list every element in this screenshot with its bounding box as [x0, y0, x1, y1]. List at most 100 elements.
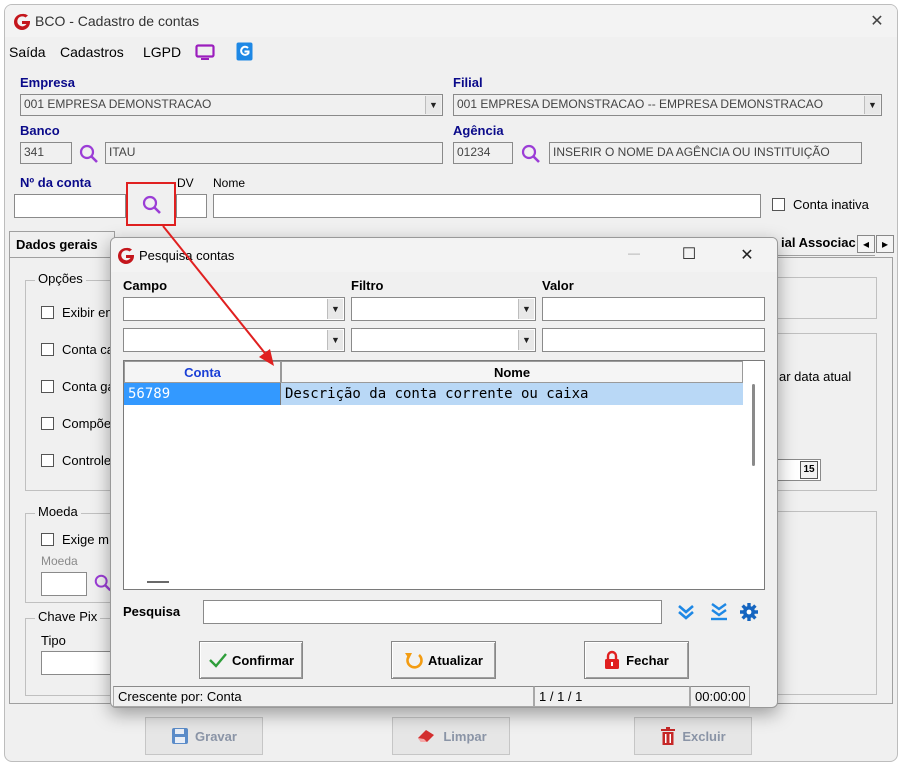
filtro-combo-1[interactable]: ▼ — [351, 297, 536, 321]
chevron-down-icon[interactable]: ▼ — [327, 299, 343, 319]
trash-icon — [661, 727, 676, 745]
status-tempo: 00:00:00 — [690, 686, 750, 707]
chevron-down-icon[interactable]: ▼ — [518, 299, 534, 319]
double-chevron-down-icon[interactable] — [677, 604, 695, 620]
opcao-label-4: Compõe — [62, 416, 112, 431]
dialog-title-bar: Pesquisa contas — ☐ ✕ — [111, 238, 777, 272]
grid-header-conta[interactable]: Conta — [124, 361, 281, 383]
opcao-label-1: Exibir en — [62, 305, 113, 320]
calendar-icon[interactable]: 15 — [800, 461, 818, 479]
menu-bar: Saída Cadastros LGPD — [5, 37, 897, 67]
fechar-label: Fechar — [626, 652, 669, 668]
exige-moeda-checkbox[interactable] — [41, 533, 54, 546]
dv-field[interactable] — [176, 194, 207, 218]
menu-saida[interactable]: Saída — [9, 44, 46, 60]
conta-field[interactable] — [14, 194, 126, 218]
atualizar-button[interactable]: Atualizar — [391, 641, 496, 679]
limpar-button[interactable]: Limpar — [392, 717, 510, 755]
tab-dados-gerais[interactable]: Dados gerais — [9, 231, 115, 257]
excluir-label: Excluir — [682, 728, 726, 744]
dialog-minimize-button[interactable]: — — [619, 246, 649, 260]
moeda-field[interactable] — [41, 572, 87, 596]
exige-moeda-label: Exige m — [62, 532, 109, 547]
pesquisa-dialog: Pesquisa contas — ☐ ✕ Campo Filtro Valor… — [110, 237, 778, 708]
tab-scroll-left[interactable]: ◂ — [857, 235, 875, 253]
confirmar-button[interactable]: Confirmar — [199, 641, 303, 679]
search-icon[interactable] — [141, 195, 163, 215]
gear-icon[interactable] — [739, 602, 759, 622]
app-g-icon[interactable] — [236, 42, 253, 61]
valor-label: Valor — [542, 278, 574, 293]
menu-cadastros[interactable]: Cadastros — [60, 44, 124, 60]
right-panel-top — [765, 277, 877, 319]
check-icon — [209, 653, 227, 668]
campo-label: Campo — [123, 278, 168, 293]
filtro-combo-2[interactable]: ▼ — [351, 328, 536, 352]
chevron-down-icon[interactable]: ▼ — [518, 330, 534, 350]
row-nome: Descrição da conta corrente ou caixa — [285, 386, 589, 402]
pix-tipo-label: Tipo — [41, 633, 66, 648]
opcao-checkbox-3[interactable] — [41, 380, 54, 393]
atualizar-label: Atualizar — [428, 652, 483, 668]
banco-name-field: ITAU — [105, 142, 443, 164]
chevron-down-icon[interactable]: ▼ — [327, 330, 343, 350]
pesquisa-input[interactable] — [203, 600, 662, 624]
title-bar: BCO - Cadastro de contas ✕ — [5, 5, 897, 37]
search-icon[interactable] — [78, 144, 100, 164]
close-window-button[interactable]: ✕ — [865, 11, 889, 31]
search-icon[interactable] — [520, 144, 542, 164]
chevron-down-icon[interactable]: ▼ — [864, 96, 880, 114]
banco-code-field[interactable]: 341 — [20, 142, 72, 164]
valor-field-2[interactable] — [542, 328, 765, 352]
opcao-label-5: Controle — [62, 453, 112, 468]
excluir-button[interactable]: Excluir — [634, 717, 752, 755]
opcao-checkbox-5[interactable] — [41, 454, 54, 467]
dialog-close-button[interactable]: ✕ — [732, 245, 762, 265]
eraser-icon — [418, 730, 435, 742]
double-chevron-down-bar-icon[interactable] — [709, 603, 729, 621]
gravar-button[interactable]: Gravar — [145, 717, 263, 755]
valor-field-1[interactable] — [542, 297, 765, 321]
conta-inativa-label: Conta inativa — [793, 197, 869, 212]
opcao-checkbox-2[interactable] — [41, 343, 54, 356]
nome-label: Nome — [213, 176, 246, 190]
status-ordem: Crescente por: Conta — [113, 686, 534, 707]
campo-combo-1[interactable]: ▼ — [123, 297, 345, 321]
grid-horizontal-scrollbar[interactable] — [147, 581, 169, 583]
empresa-combo[interactable]: 001 EMPRESA DEMONSTRACAO ▼ — [20, 94, 443, 116]
filial-value: 001 EMPRESA DEMONSTRACAO -- EMPRESA DEMO… — [457, 97, 824, 111]
limpar-label: Limpar — [443, 728, 487, 744]
row-nome-cell: Descrição da conta corrente ou caixa — [280, 383, 743, 405]
grid-header-nome[interactable]: Nome — [281, 361, 743, 383]
filial-combo[interactable]: 001 EMPRESA DEMONSTRACAO -- EMPRESA DEMO… — [453, 94, 882, 116]
moeda-title: Moeda — [35, 504, 81, 519]
campo-combo-2[interactable]: ▼ — [123, 328, 345, 352]
gravar-label: Gravar — [195, 728, 237, 744]
dialog-maximize-button[interactable]: ☐ — [674, 244, 704, 264]
lock-icon — [605, 650, 620, 669]
filial-label: Filial — [453, 75, 483, 90]
conta-label: Nº da conta — [20, 175, 92, 190]
conta-inativa-checkbox[interactable] — [772, 198, 785, 211]
dv-label: DV — [177, 176, 194, 190]
refresh-icon — [405, 653, 423, 669]
monitor-icon[interactable] — [195, 44, 215, 61]
app-logo-icon — [14, 13, 30, 30]
menu-lgpd[interactable]: LGPD — [143, 44, 181, 60]
pix-tipo-field[interactable] — [41, 651, 121, 675]
opcao-checkbox-1[interactable] — [41, 306, 54, 319]
grid-vertical-scrollbar[interactable] — [752, 384, 755, 466]
opcoes-title: Opções — [35, 271, 86, 286]
opcao-label-3: Conta ga — [62, 379, 115, 394]
chevron-down-icon[interactable]: ▼ — [425, 96, 441, 114]
tab-associacao[interactable]: ial Associac — [781, 235, 857, 255]
agencia-code-field[interactable]: 01234 — [453, 142, 513, 164]
banco-label: Banco — [20, 123, 60, 138]
opcao-checkbox-4[interactable] — [41, 417, 54, 430]
table-row[interactable]: 56789 Descrição da conta corrente ou cai… — [124, 383, 743, 405]
row-conta: 56789 — [128, 386, 171, 402]
nome-field[interactable] — [213, 194, 761, 218]
tab-scroll-right[interactable]: ▸ — [876, 235, 894, 253]
fechar-button[interactable]: Fechar — [584, 641, 689, 679]
agencia-name-field: INSERIR O NOME DA AGÊNCIA OU INSTITUIÇÃO — [549, 142, 862, 164]
